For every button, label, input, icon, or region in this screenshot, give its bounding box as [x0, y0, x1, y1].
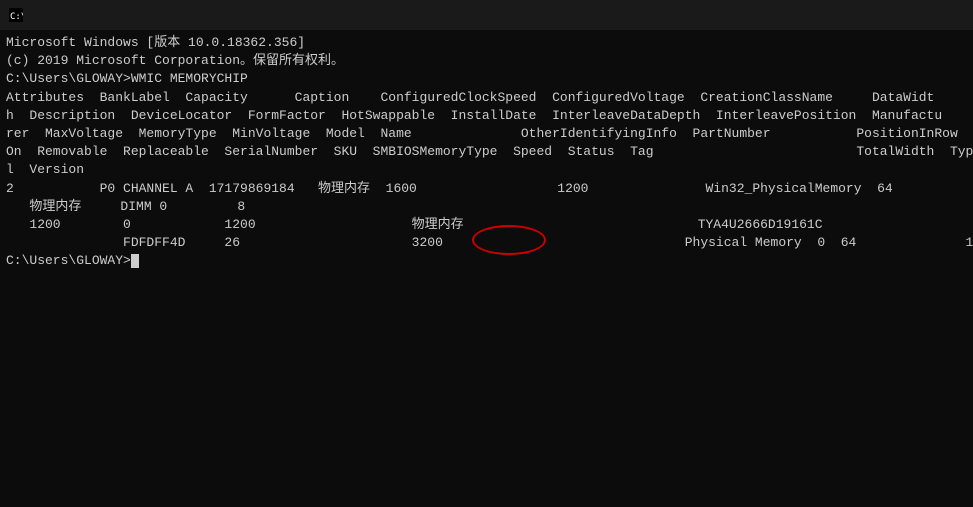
- terminal-line: h Description DeviceLocator FormFactor H…: [6, 107, 967, 125]
- terminal-line: l Version: [6, 161, 967, 179]
- title-bar: C:\: [0, 0, 973, 30]
- cmd-window: C:\ Microsoft Windows [版本 10.0.18362.356…: [0, 0, 973, 507]
- cmd-icon: C:\: [8, 7, 24, 23]
- terminal-line: C:\Users\GLOWAY>: [6, 252, 967, 270]
- terminal-line: rer MaxVoltage MemoryType MinVoltage Mod…: [6, 125, 967, 143]
- terminal-line: C:\Users\GLOWAY>WMIC MEMORYCHIP: [6, 70, 967, 88]
- window-controls: [827, 0, 965, 30]
- terminal-line: Attributes BankLabel Capacity Caption Co…: [6, 89, 967, 107]
- minimize-button[interactable]: [827, 0, 873, 30]
- terminal-line: (c) 2019 Microsoft Corporation。保留所有权利。: [6, 52, 967, 70]
- terminal-line: 物理内存 DIMM 0 8 Unknown: [6, 198, 967, 216]
- svg-text:C:\: C:\: [10, 12, 23, 22]
- terminal-line: Microsoft Windows [版本 10.0.18362.356]: [6, 34, 967, 52]
- terminal-line: 2 P0 CHANNEL A 17179869184 物理内存 1600 120…: [6, 180, 967, 198]
- close-button[interactable]: [919, 0, 965, 30]
- cursor: [131, 254, 139, 268]
- terminal-line: FDFDFF4D 26 3200 Physical Memory 0 64 16…: [6, 234, 967, 252]
- restore-button[interactable]: [873, 0, 919, 30]
- terminal-line: On Removable Replaceable SerialNumber SK…: [6, 143, 967, 161]
- title-bar-left: C:\: [8, 7, 30, 23]
- terminal-body[interactable]: Microsoft Windows [版本 10.0.18362.356](c)…: [0, 30, 973, 507]
- terminal-line: 1200 0 1200 物理内存 TYA4U2666D19161C: [6, 216, 967, 234]
